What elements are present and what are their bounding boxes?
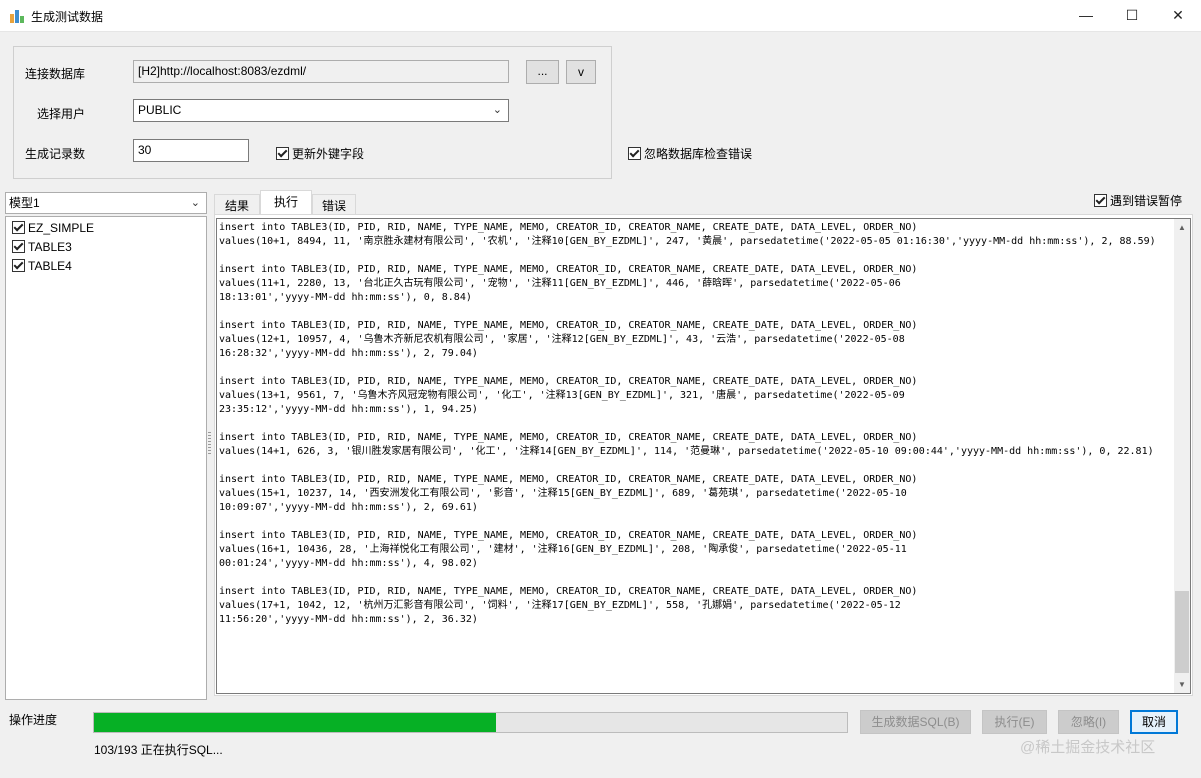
update-fk-label: 更新外键字段 xyxy=(292,147,365,161)
pause-on-error-label: 遇到错误暂停 xyxy=(1110,194,1183,208)
log-entry: insert into TABLE3(ID, PID, RID, NAME, T… xyxy=(219,530,918,569)
checkbox-checked-icon xyxy=(628,147,641,160)
db-dropdown-button[interactable]: v xyxy=(566,60,596,84)
progress-label: 操作进度 xyxy=(9,713,58,727)
log-entry: insert into TABLE3(ID, PID, RID, NAME, T… xyxy=(219,376,918,415)
user-label: 选择用户 xyxy=(37,107,86,121)
splitter-grip[interactable] xyxy=(208,432,211,454)
user-select-value: PUBLIC xyxy=(138,103,182,117)
browse-db-button[interactable]: ... xyxy=(526,60,559,84)
sql-log-textarea[interactable]: insert into TABLE3(ID, PID, RID, NAME, T… xyxy=(216,218,1174,694)
table-item-label: EZ_SIMPLE xyxy=(28,221,95,235)
log-entry: insert into TABLE3(ID, PID, RID, NAME, T… xyxy=(219,320,918,359)
table-item-table3[interactable]: TABLE3 xyxy=(12,240,72,254)
scroll-up-icon[interactable]: ▲ xyxy=(1174,219,1190,236)
checkbox-checked-icon xyxy=(276,147,289,160)
ignore-button[interactable]: 忽略(I) xyxy=(1058,710,1119,734)
log-scrollbar[interactable]: ▲ ▼ xyxy=(1174,218,1191,694)
title-bar: 生成测试数据 — ☐ ✕ xyxy=(0,0,1201,32)
chevron-down-icon: ⌄ xyxy=(190,197,200,209)
checkbox-checked-icon[interactable] xyxy=(12,221,25,234)
log-entry: insert into TABLE3(ID, PID, RID, NAME, T… xyxy=(219,264,918,303)
table-list: EZ_SIMPLE TABLE3 TABLE4 xyxy=(5,216,207,700)
table-item-label: TABLE4 xyxy=(28,259,72,273)
pause-on-error-checkbox[interactable]: 遇到错误暂停 xyxy=(1094,192,1182,209)
log-entry: insert into TABLE3(ID, PID, RID, NAME, T… xyxy=(219,432,1154,457)
table-item-label: TABLE3 xyxy=(28,240,72,254)
tab-execute[interactable]: 执行 xyxy=(260,190,312,214)
chevron-down-icon: ⌄ xyxy=(492,104,502,116)
tab-results[interactable]: 结果 xyxy=(214,194,260,216)
scrollbar-thumb[interactable] xyxy=(1175,591,1189,673)
generate-sql-button[interactable]: 生成数据SQL(B) xyxy=(860,710,971,734)
progress-fill xyxy=(94,713,497,732)
log-entry: insert into TABLE3(ID, PID, RID, NAME, T… xyxy=(219,474,918,513)
scroll-down-icon[interactable]: ▼ xyxy=(1174,676,1190,693)
db-field[interactable]: [H2]http://localhost:8083/ezdml/ xyxy=(133,60,509,83)
tab-errors[interactable]: 错误 xyxy=(312,194,356,216)
sql-log-content: insert into TABLE3(ID, PID, RID, NAME, T… xyxy=(219,221,1171,641)
minimize-button[interactable]: — xyxy=(1063,0,1109,31)
ignore-db-errors-checkbox[interactable]: 忽略数据库检查错误 xyxy=(628,145,752,162)
status-text: 103/193 正在执行SQL... xyxy=(94,743,223,757)
execute-button[interactable]: 执行(E) xyxy=(982,710,1047,734)
progress-bar xyxy=(93,712,848,733)
log-entry: insert into TABLE3(ID, PID, RID, NAME, T… xyxy=(219,586,918,625)
table-item-table4[interactable]: TABLE4 xyxy=(12,259,72,273)
close-button[interactable]: ✕ xyxy=(1155,0,1201,31)
user-select[interactable]: PUBLIC ⌄ xyxy=(133,99,509,122)
log-entry: insert into TABLE3(ID, PID, RID, NAME, T… xyxy=(219,222,1156,247)
model-select-value: 模型1 xyxy=(9,196,40,210)
count-label: 生成记录数 xyxy=(25,147,86,161)
checkbox-checked-icon xyxy=(1094,194,1107,207)
table-item-ez-simple[interactable]: EZ_SIMPLE xyxy=(12,221,94,235)
model-select[interactable]: 模型1 ⌄ xyxy=(5,192,207,214)
db-label: 连接数据库 xyxy=(25,67,86,81)
app-icon xyxy=(10,10,24,23)
maximize-button[interactable]: ☐ xyxy=(1109,0,1155,31)
window-title: 生成测试数据 xyxy=(31,10,104,24)
ignore-db-errors-label: 忽略数据库检查错误 xyxy=(644,147,753,161)
watermark: @稀土掘金技术社区 xyxy=(1020,739,1156,756)
checkbox-checked-icon[interactable] xyxy=(12,240,25,253)
record-count-input[interactable]: 30 xyxy=(133,139,249,162)
update-fk-checkbox[interactable]: 更新外键字段 xyxy=(276,145,364,162)
checkbox-checked-icon[interactable] xyxy=(12,259,25,272)
cancel-button[interactable]: 取消 xyxy=(1130,710,1178,734)
